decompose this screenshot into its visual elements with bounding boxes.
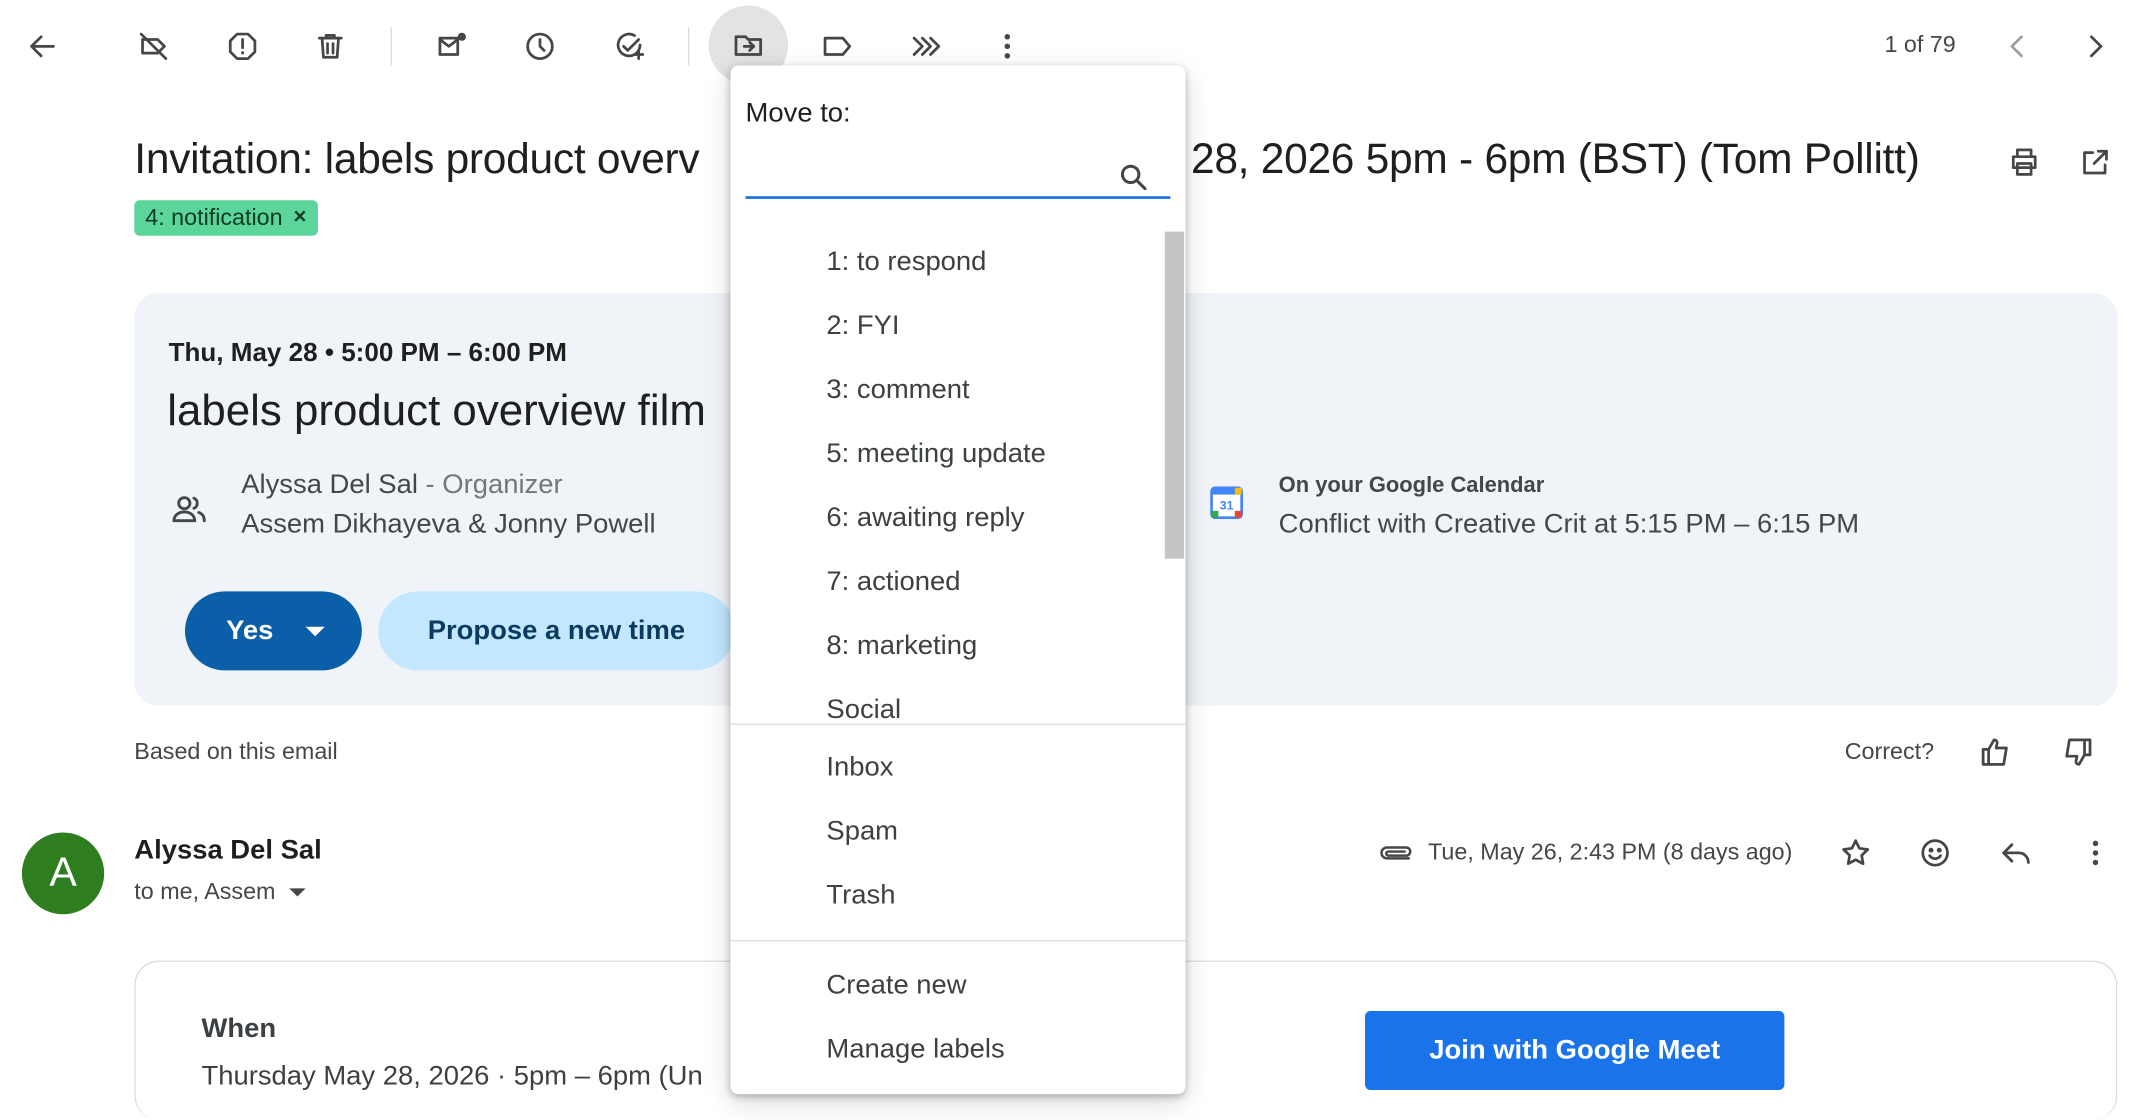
move-to-item[interactable]: 3: comment bbox=[826, 375, 969, 406]
more-vert-icon bbox=[2092, 840, 2099, 866]
create-new-label[interactable]: Create new bbox=[826, 970, 966, 1001]
star-icon bbox=[1842, 839, 1870, 866]
toolbar-divider bbox=[687, 27, 690, 66]
move-to-icon bbox=[734, 35, 762, 56]
mark-unread-button[interactable] bbox=[425, 19, 480, 74]
email-subject: Invitation: labels product overv bbox=[134, 134, 700, 183]
move-to-trash[interactable]: Trash bbox=[826, 880, 895, 911]
based-on-email-text: Based on this email bbox=[134, 738, 338, 765]
recipients-toggle[interactable]: to me, Assem bbox=[134, 878, 306, 906]
calendar-badge-number: 31 bbox=[1220, 499, 1234, 513]
more-vert-icon bbox=[1004, 34, 1011, 59]
snooze-icon bbox=[526, 32, 554, 60]
move-to-item[interactable]: 7: actioned bbox=[826, 567, 960, 598]
star-button[interactable] bbox=[1828, 826, 1883, 881]
search-icon bbox=[1117, 161, 1150, 194]
correct-prompt: Correct? bbox=[1844, 738, 1935, 765]
thumbs-down-button[interactable] bbox=[2050, 725, 2105, 780]
sender-name[interactable]: Alyssa Del Sal bbox=[134, 835, 321, 866]
label-icon bbox=[823, 36, 852, 56]
chevron-right-icon bbox=[2090, 35, 2103, 58]
label-chip-text: 4: notification bbox=[145, 204, 283, 231]
remove-label-button[interactable] bbox=[126, 19, 181, 74]
print-button[interactable] bbox=[1997, 135, 2052, 190]
reply-icon bbox=[2002, 843, 2030, 864]
report-spam-button[interactable] bbox=[215, 19, 270, 74]
invite-date: Thu, May 28 • 5:00 PM – 6:00 PM bbox=[168, 339, 567, 368]
search-underline bbox=[745, 196, 1171, 199]
older-button[interactable] bbox=[2068, 19, 2123, 74]
delete-icon bbox=[317, 34, 343, 59]
invite-title: labels product overview film bbox=[167, 385, 706, 435]
toolbar-divider bbox=[390, 27, 392, 66]
thumbs-up-button[interactable] bbox=[1968, 725, 2023, 780]
move-to-menu: Move to: 1: to respond 2: FYI 3: comment… bbox=[730, 65, 1186, 1095]
delete-button[interactable] bbox=[303, 19, 358, 74]
reply-button[interactable] bbox=[1989, 826, 2044, 881]
calendar-conflict: Conflict with Creative Crit at 5:15 PM –… bbox=[1278, 509, 1860, 540]
when-value: Thursday May 28, 2026 · 5pm – 6pm (Un bbox=[201, 1061, 703, 1092]
manage-labels[interactable]: Manage labels bbox=[826, 1034, 1004, 1065]
chevron-down-icon bbox=[306, 626, 326, 636]
message-more-button[interactable] bbox=[2068, 826, 2123, 881]
move-to-search-input[interactable] bbox=[745, 158, 1116, 197]
label-chip[interactable]: 4: notification × bbox=[134, 200, 318, 236]
google-calendar-icon: 31 bbox=[1210, 486, 1244, 520]
snooze-button[interactable] bbox=[513, 19, 568, 74]
guest-list: Assem Dikhayeva & Jonny Powell bbox=[241, 509, 656, 540]
move-to-spam[interactable]: Spam bbox=[826, 816, 898, 847]
newer-button[interactable] bbox=[1990, 19, 2045, 74]
open-in-new-icon bbox=[2083, 149, 2108, 175]
move-to-item[interactable]: 2: FYI bbox=[826, 311, 899, 342]
thumbs-up-icon bbox=[1981, 738, 2008, 766]
add-task-icon bbox=[616, 32, 645, 60]
avatar[interactable]: A bbox=[21, 832, 105, 915]
emoji-icon bbox=[1921, 839, 1949, 867]
move-to-item[interactable]: Social bbox=[826, 695, 901, 722]
mark-unread-icon bbox=[438, 32, 466, 56]
when-label: When bbox=[201, 1013, 277, 1044]
attachment-icon bbox=[1376, 837, 1414, 870]
organizer-role: - Organizer bbox=[417, 470, 563, 501]
move-to-label-list: 1: to respond 2: FYI 3: comment 5: meeti… bbox=[730, 226, 1166, 723]
menu-divider bbox=[730, 723, 1186, 725]
move-to-item[interactable]: 6: awaiting reply bbox=[826, 503, 1024, 534]
open-new-window-button[interactable] bbox=[2068, 135, 2123, 190]
organizer-name: Alyssa Del Sal bbox=[241, 470, 418, 501]
rsvp-yes-label: Yes bbox=[226, 615, 274, 646]
label-off-icon bbox=[139, 32, 168, 60]
scrollbar[interactable] bbox=[1164, 231, 1185, 559]
remove-label-icon[interactable]: × bbox=[294, 206, 307, 231]
menu-divider bbox=[730, 940, 1186, 942]
report-spam-icon bbox=[228, 32, 257, 60]
add-to-tasks-button[interactable] bbox=[602, 19, 657, 74]
add-reaction-button[interactable] bbox=[1908, 826, 1963, 881]
calendar-heading: On your Google Calendar bbox=[1278, 474, 1545, 498]
chevron-left-icon bbox=[2010, 35, 2023, 58]
move-to-item[interactable]: 1: to respond bbox=[826, 247, 986, 278]
back-button[interactable] bbox=[15, 19, 70, 74]
email-subject-continued: 28, 2026 5pm - 6pm (BST) (Tom Pollitt) bbox=[1190, 134, 1920, 183]
move-to-inbox[interactable]: Inbox bbox=[826, 752, 893, 783]
move-to-item[interactable]: 8: marketing bbox=[826, 631, 977, 662]
arrow-left-icon bbox=[30, 35, 55, 58]
guests-icon bbox=[170, 490, 208, 528]
propose-new-time-button[interactable]: Propose a new time bbox=[378, 591, 735, 671]
rsvp-yes-button[interactable]: Yes bbox=[185, 591, 362, 671]
move-to-item[interactable]: 5: meeting update bbox=[826, 439, 1045, 470]
print-icon bbox=[2011, 148, 2037, 176]
move-to-heading: Move to: bbox=[745, 98, 851, 129]
join-google-meet-button[interactable]: Join with Google Meet bbox=[1365, 1010, 1785, 1090]
chevron-down-icon bbox=[289, 888, 306, 897]
recipients-text: to me, Assem bbox=[134, 878, 276, 905]
pager-count: 1 of 79 bbox=[1884, 31, 1956, 58]
organizer-line: Alyssa Del Sal - Organizer bbox=[241, 470, 562, 501]
message-date: Tue, May 26, 2:43 PM (8 days ago) bbox=[1428, 839, 1793, 866]
thumbs-down-icon bbox=[2065, 738, 2092, 766]
more-actions-icon bbox=[912, 36, 941, 56]
